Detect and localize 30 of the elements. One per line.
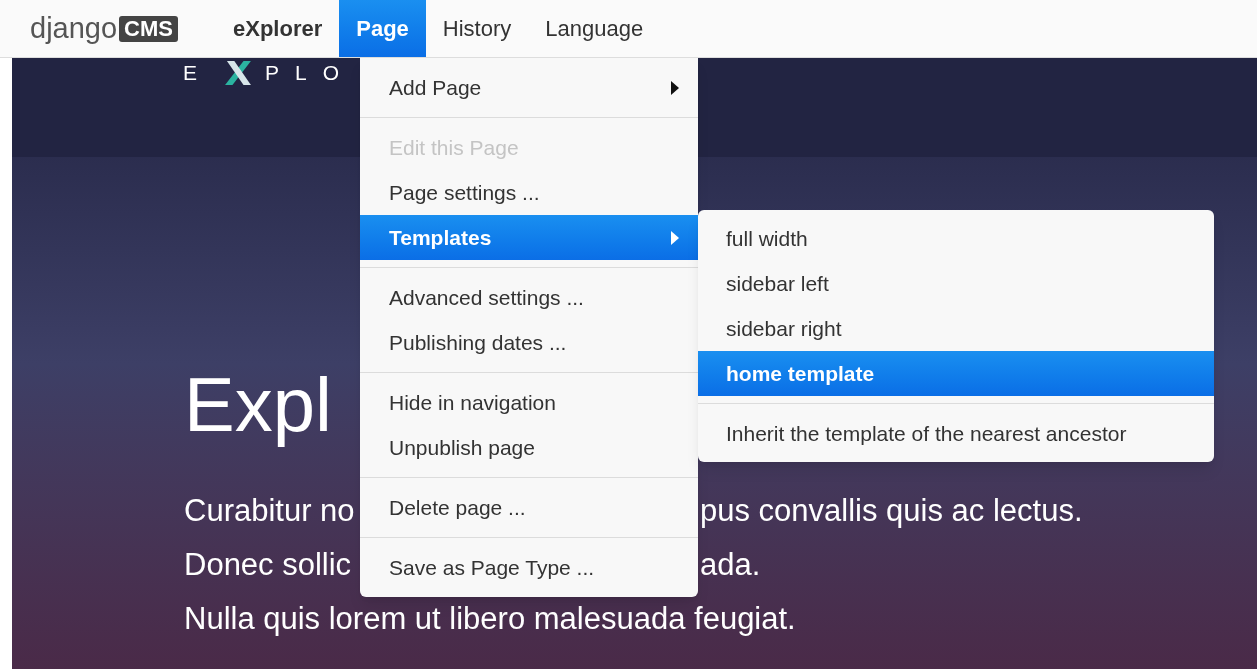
- menu-item[interactable]: Page settings ...: [360, 170, 698, 215]
- menu-item[interactable]: sidebar right: [698, 306, 1214, 351]
- logo-badge: CMS: [119, 15, 178, 42]
- hero-text: Curabitur no: [184, 491, 355, 530]
- menu-item[interactable]: Delete page ...: [360, 485, 698, 530]
- hero-text: pus convallis quis ac lectus.: [700, 491, 1083, 530]
- menu-item[interactable]: home template: [698, 351, 1214, 396]
- menu-item[interactable]: Templates: [360, 215, 698, 260]
- menu-item[interactable]: Add Page: [360, 65, 698, 110]
- submenu-arrow-icon: [670, 229, 680, 246]
- submenu-arrow-icon: [670, 79, 680, 96]
- menu-item[interactable]: Advanced settings ...: [360, 275, 698, 320]
- menu-item[interactable]: Publishing dates ...: [360, 320, 698, 365]
- toolbar-menu[interactable]: History: [425, 0, 529, 57]
- menu-item[interactable]: Unpublish page: [360, 425, 698, 470]
- menu-item[interactable]: sidebar left: [698, 261, 1214, 306]
- menu-item[interactable]: full width: [698, 216, 1214, 261]
- menu-item[interactable]: Hide in navigation: [360, 380, 698, 425]
- toolbar-menu[interactable]: eXplorer: [216, 0, 340, 57]
- hero-logo-text: E: [183, 60, 211, 87]
- hero-text: Nulla quis lorem ut libero malesuada feugiat.: [184, 599, 796, 638]
- x-logo-icon: [223, 61, 253, 85]
- hero-text: ada.: [700, 545, 761, 584]
- menu-item[interactable]: Save as Page Type ...: [360, 545, 698, 590]
- toolbar-menu[interactable]: Page: [339, 0, 426, 57]
- hero-text: Donec sollic: [184, 545, 352, 584]
- menu-item[interactable]: Inherit the template of the nearest ancestor: [698, 411, 1214, 456]
- logo-text: django: [30, 14, 118, 43]
- toolbar-menu[interactable]: Language: [528, 0, 661, 57]
- hero-logo-text: PLO: [265, 60, 356, 87]
